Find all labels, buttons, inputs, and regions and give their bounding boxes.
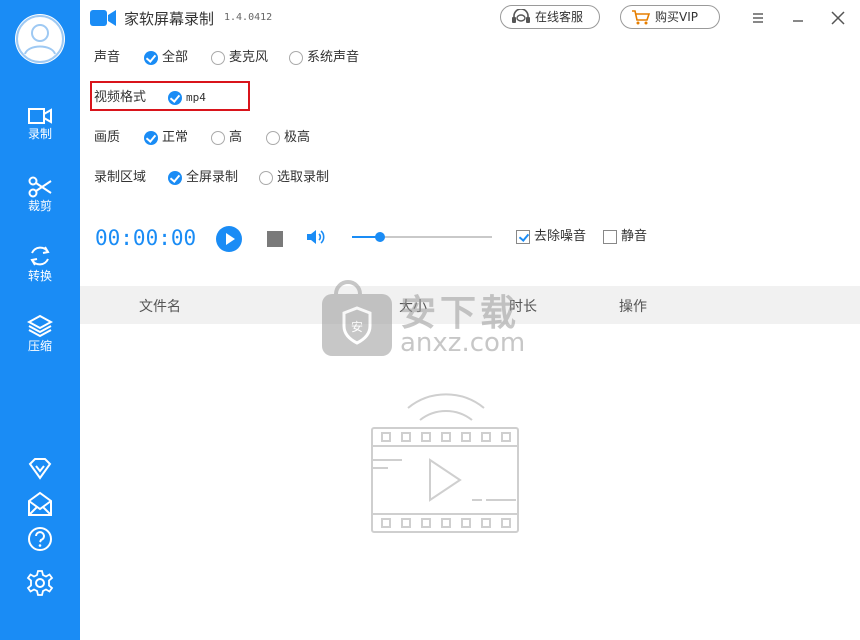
- region-label: 录制区域: [94, 170, 147, 185]
- buy-vip-label: 购买VIP: [655, 10, 698, 24]
- empty-state-illustration: [368, 388, 524, 542]
- format-label: 视频格式: [94, 90, 147, 105]
- vip-diamond-icon[interactable]: [26, 455, 54, 483]
- sound-label: 声音: [94, 50, 121, 65]
- checkbox-icon: [603, 230, 617, 244]
- sidebar-item-crop[interactable]: 裁剪: [0, 176, 80, 232]
- speaker-icon: [307, 230, 325, 244]
- gear-icon[interactable]: [26, 569, 54, 597]
- radio-checked-icon: [144, 51, 158, 65]
- user-icon: [16, 15, 64, 63]
- play-button[interactable]: [215, 225, 243, 257]
- sidebar-item-label: 裁剪: [27, 199, 52, 213]
- online-support-label: 在线客服: [535, 10, 584, 24]
- stop-button[interactable]: [267, 231, 283, 251]
- headset-icon: [512, 9, 530, 23]
- app-logo-icon: [90, 10, 116, 26]
- sidebar: 录制 裁剪 转换 压缩: [0, 0, 80, 640]
- title-bar: 家软屏幕录制 1.4.0412 在线客服 购买VIP: [80, 0, 860, 36]
- quality-row: 画质 正常 高 极高: [94, 128, 354, 148]
- file-table-header: 文件名 大小 时长 操作: [80, 286, 860, 324]
- radio-icon: [289, 51, 303, 65]
- sidebar-item-compress[interactable]: 压缩: [0, 314, 80, 370]
- menu-icon[interactable]: [748, 8, 768, 28]
- sidebar-item-record[interactable]: 录制: [0, 106, 80, 162]
- quality-label: 画质: [94, 130, 121, 145]
- sidebar-item-convert[interactable]: 转换: [0, 244, 80, 300]
- sound-row: 声音 全部 麦克风 系统声音: [94, 48, 394, 68]
- radio-icon: [259, 171, 273, 185]
- app-title: 家软屏幕录制: [124, 10, 215, 28]
- column-actions[interactable]: 操作: [619, 296, 647, 316]
- column-size[interactable]: 大小: [399, 296, 427, 316]
- video-camera-icon: [28, 108, 52, 124]
- buy-vip-button[interactable]: 购买VIP: [620, 5, 720, 29]
- volume-button[interactable]: [306, 228, 328, 250]
- avatar[interactable]: [15, 14, 65, 64]
- radio-icon: [211, 51, 225, 65]
- volume-slider-handle[interactable]: [375, 232, 385, 242]
- radio-checked-icon: [168, 91, 182, 105]
- sidebar-item-label: 转换: [27, 269, 52, 283]
- help-icon[interactable]: [26, 525, 54, 553]
- close-icon[interactable]: [828, 8, 848, 28]
- layers-icon: [27, 314, 53, 338]
- watermark-domain: anxz.com: [400, 328, 526, 358]
- radio-checked-icon: [144, 131, 158, 145]
- radio-checked-icon: [168, 171, 182, 185]
- radio-icon: [211, 131, 225, 145]
- sidebar-item-label: 压缩: [27, 339, 52, 353]
- scissors-icon: [28, 176, 52, 198]
- column-duration[interactable]: 时长: [509, 296, 537, 316]
- refresh-icon: [30, 246, 50, 266]
- mail-icon[interactable]: [26, 490, 54, 518]
- app-window: 录制 裁剪 转换 压缩 家软屏幕录制 1.4.0412 在线客服 购买VIP 声…: [0, 0, 860, 640]
- sidebar-item-label: 录制: [27, 127, 52, 141]
- online-support-button[interactable]: 在线客服: [500, 5, 600, 29]
- app-version: 1.4.0412: [224, 12, 273, 23]
- region-row: 录制区域 全屏录制 选取录制: [94, 168, 354, 188]
- checkbox-checked-icon: [516, 230, 530, 244]
- format-row: 视频格式 mp4: [94, 88, 244, 108]
- stop-icon: [267, 231, 283, 247]
- column-filename[interactable]: 文件名: [139, 296, 181, 316]
- play-icon: [216, 226, 242, 252]
- minimize-icon[interactable]: [788, 8, 808, 28]
- recording-timer: 00:00:00: [95, 226, 197, 250]
- volume-slider[interactable]: [352, 232, 492, 242]
- radio-icon: [266, 131, 280, 145]
- cart-icon: [632, 10, 651, 25]
- empty-video-icon: [371, 393, 519, 533]
